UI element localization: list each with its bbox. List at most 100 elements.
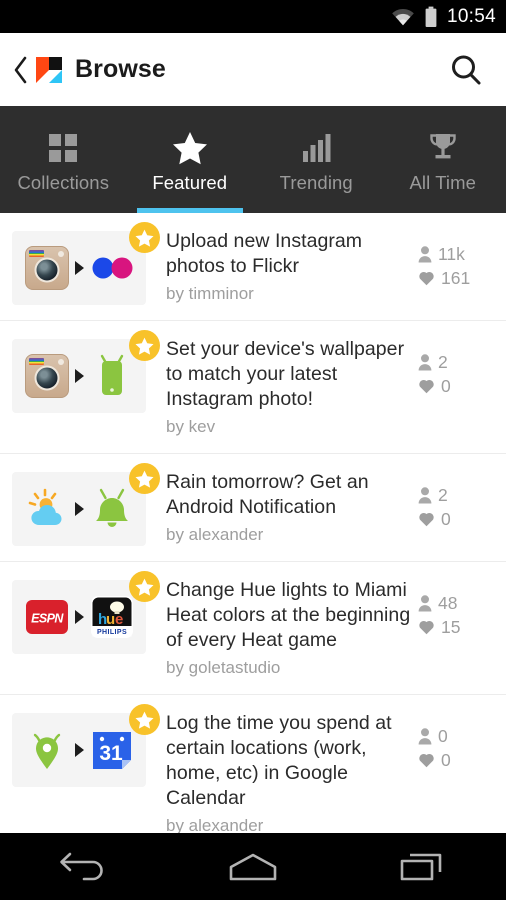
svg-text:ESPN: ESPN: [31, 612, 64, 626]
heart-icon: [419, 272, 434, 286]
nav-back-icon[interactable]: [38, 841, 130, 893]
search-icon[interactable]: [444, 48, 488, 92]
likes-count: 0: [441, 750, 451, 770]
instagram-icon: [24, 246, 69, 290]
users-stat: 11k: [418, 245, 496, 263]
likes-stat: 161: [418, 269, 496, 287]
recipe-author: by alexander: [166, 816, 264, 833]
trophy-icon: [427, 131, 459, 165]
icon-tile: [12, 231, 146, 305]
tab-bar: Collections Featured Trending All Time: [0, 106, 506, 213]
tab-collections[interactable]: Collections: [0, 106, 127, 213]
action-bar: Browse: [0, 33, 506, 106]
list-item[interactable]: Set your device's wallpaper to match you…: [0, 321, 506, 454]
recipe-icons: [12, 222, 160, 305]
recipe-text: Set your device's wallpaper to match you…: [146, 335, 414, 439]
star-badge-icon: [129, 571, 160, 602]
arrow-icon: [74, 610, 84, 624]
recipe-stats: 2 0: [414, 335, 496, 395]
person-icon: [418, 245, 432, 262]
recipe-list[interactable]: Upload new Instagram photos to Flickr by…: [0, 213, 506, 833]
users-count: 11k: [438, 244, 465, 264]
likes-count: 161: [441, 268, 471, 288]
likes-count: 0: [441, 509, 451, 529]
users-stat: 2: [418, 486, 496, 504]
recipe-stats: 2 0: [414, 468, 496, 528]
recipe-icons: [12, 463, 160, 546]
icon-tile: [12, 339, 146, 413]
tab-trending[interactable]: Trending: [253, 106, 380, 213]
tab-featured[interactable]: Featured: [127, 106, 254, 213]
users-count: 48: [438, 593, 458, 613]
star-badge-icon: [129, 330, 160, 361]
recipe-title: Change Hue lights to Miami Heat colors a…: [166, 579, 411, 651]
star-badge-icon: [129, 704, 160, 735]
recipe-stats: 48 15: [414, 576, 496, 636]
nav-home-icon[interactable]: [207, 841, 299, 893]
likes-stat: 15: [418, 618, 496, 636]
recipe-icons: 31: [12, 704, 160, 787]
recipe-title: Rain tomorrow? Get an Android Notificati…: [166, 471, 369, 518]
list-item[interactable]: Rain tomorrow? Get an Android Notificati…: [0, 454, 506, 562]
heart-icon: [419, 380, 434, 394]
recipe-text: Rain tomorrow? Get an Android Notificati…: [146, 468, 414, 547]
likes-count: 15: [441, 617, 461, 637]
users-count: 2: [438, 352, 448, 372]
android-location-icon: [25, 728, 69, 772]
grid-icon: [48, 131, 78, 165]
google-calendar-icon: 31: [90, 728, 134, 772]
users-count: 2: [438, 485, 448, 505]
weather-icon: [25, 487, 69, 531]
users-stat: 48: [418, 594, 496, 612]
person-icon: [418, 486, 432, 503]
likes-stat: 0: [418, 751, 496, 769]
heart-icon: [419, 754, 434, 768]
list-item[interactable]: 31 Log the time you spend at certain loc…: [0, 695, 506, 833]
android-device-icon: [90, 354, 134, 398]
recipe-text: Log the time you spend at certain locati…: [146, 709, 414, 833]
recipe-icons: [12, 330, 160, 413]
person-icon: [418, 353, 432, 370]
list-item[interactable]: Upload new Instagram photos to Flickr by…: [0, 213, 506, 321]
battery-full-icon: [424, 6, 438, 28]
recipe-author: by timminor: [166, 284, 254, 303]
tab-all-time[interactable]: All Time: [380, 106, 506, 213]
bar-chart-icon: [301, 131, 331, 165]
users-stat: 2: [418, 353, 496, 371]
android-navigation-bar: [0, 833, 506, 900]
nav-recents-icon[interactable]: [376, 841, 468, 893]
instagram-icon: [24, 354, 69, 398]
back-chevron-icon[interactable]: [8, 56, 34, 84]
recipe-title: Upload new Instagram photos to Flickr: [166, 230, 363, 277]
person-icon: [418, 594, 432, 611]
users-stat: 0: [418, 727, 496, 745]
svg-text:u: u: [106, 611, 115, 628]
tab-label-collections: Collections: [17, 172, 110, 193]
android-notification-bell-icon: [90, 487, 134, 531]
heart-icon: [419, 513, 434, 527]
tab-label-all-time: All Time: [409, 172, 477, 193]
likes-stat: 0: [418, 510, 496, 528]
star-icon: [172, 131, 208, 165]
recipe-author: by alexander: [166, 525, 264, 544]
list-item[interactable]: ESPN h u e PHILIPS Change Hue lights to …: [0, 562, 506, 695]
recipe-title: Set your device's wallpaper to match you…: [166, 338, 405, 410]
heart-icon: [419, 621, 434, 635]
star-badge-icon: [129, 463, 160, 494]
likes-count: 0: [441, 376, 451, 396]
arrow-icon: [74, 743, 84, 757]
likes-stat: 0: [418, 377, 496, 395]
ifttt-logo-icon: [36, 56, 62, 83]
arrow-icon: [74, 502, 84, 516]
app-screen: 10:54 Browse Collections Featured Trendi…: [0, 0, 506, 900]
wifi-icon: [391, 7, 415, 26]
philips-hue-icon: h u e PHILIPS: [90, 595, 134, 639]
tab-label-trending: Trending: [279, 172, 353, 193]
svg-text:31: 31: [99, 742, 123, 765]
icon-tile: [12, 472, 146, 546]
recipe-author: by kev: [166, 417, 216, 436]
recipe-text: Change Hue lights to Miami Heat colors a…: [146, 576, 414, 680]
recipe-icons: ESPN h u e PHILIPS: [12, 571, 160, 654]
status-bar: 10:54: [0, 0, 506, 33]
recipe-stats: 0 0: [414, 709, 496, 769]
